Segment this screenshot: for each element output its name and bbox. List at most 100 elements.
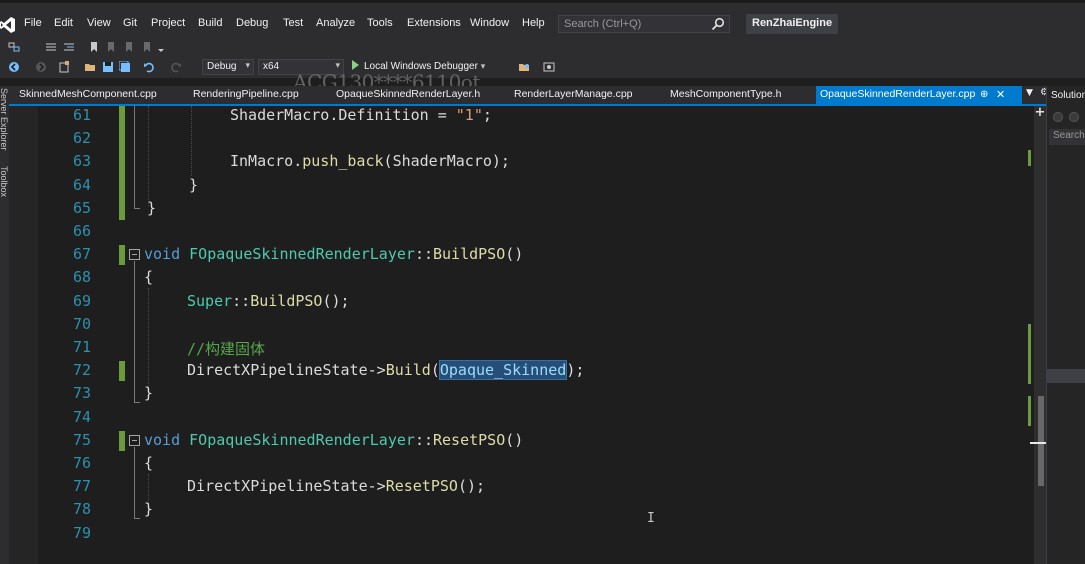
search-icon [711, 17, 725, 31]
line-number: 78 [72, 500, 91, 518]
line-number: 68 [72, 268, 91, 286]
toolbox-tab[interactable]: Toolbox [0, 166, 9, 197]
menu-git[interactable]: Git [123, 17, 137, 29]
solution-name-badge[interactable]: RenZhaiEngine [746, 14, 839, 34]
line-number: 61 [72, 106, 91, 124]
menu-edit[interactable]: Edit [54, 17, 73, 29]
undo-icon[interactable] [143, 61, 155, 73]
solution-explorer-panel: Solution Search [1046, 86, 1085, 564]
code-line-69: Super::BuildPSO(); [187, 292, 350, 310]
menu-test[interactable]: Test [283, 17, 303, 29]
menu-file[interactable]: File [24, 17, 42, 29]
selected-text[interactable]: Opaque_Skinned [438, 360, 568, 380]
menu-build[interactable]: Build [198, 17, 222, 29]
tab-skinned-mesh-component[interactable]: SkinnedMeshComponent.cpp [19, 88, 157, 100]
line-number: 69 [72, 292, 91, 310]
back-icon[interactable] [8, 61, 20, 73]
collapse-icon[interactable] [129, 249, 140, 260]
code-line-71: //构建固体 [187, 338, 265, 359]
line-number: 76 [72, 454, 91, 472]
search-input[interactable]: Search (Ctrl+Q) [558, 15, 730, 33]
scroll-change-marker [1028, 324, 1031, 384]
save-all-icon[interactable] [119, 61, 131, 73]
code-keyword: void [144, 431, 181, 449]
code-line-65: } [147, 199, 157, 217]
outline-end [134, 518, 140, 519]
next-bookmark-icon[interactable] [123, 41, 135, 53]
line-number: 75 [72, 431, 91, 449]
line-number: 72 [72, 361, 91, 379]
solution-selected-row[interactable] [1047, 369, 1085, 383]
new-project-icon[interactable] [58, 61, 70, 73]
code-function: ResetPSO [385, 477, 458, 495]
chevron-down-icon: ▾ [245, 60, 250, 70]
open-folder-icon[interactable] [84, 61, 96, 73]
code-comment: //构建固体 [187, 340, 266, 358]
refresh-icon[interactable] [1069, 112, 1079, 122]
line-number: 77 [72, 477, 91, 495]
menu-tools[interactable]: Tools [367, 17, 393, 29]
browse-icon[interactable] [518, 61, 530, 73]
home-icon[interactable] [1053, 112, 1063, 122]
line-number: 62 [72, 129, 91, 147]
code-editor[interactable]: 61 62 63 64 65 66 67 68 69 70 71 72 73 7… [9, 106, 1046, 564]
visual-studio-logo-icon [0, 17, 15, 33]
tab-opaque-skinned-render-layer-cpp[interactable]: OpaqueSkinnedRenderLayer.cpp ⊕ ✕ [816, 86, 1022, 104]
menu-bar: File Edit View Git Project Build Debug T… [0, 12, 1085, 38]
solution-search-input[interactable]: Search [1049, 129, 1085, 145]
menu-extensions[interactable]: Extensions [407, 17, 461, 29]
code-token: ShaderMacro [230, 106, 330, 124]
pin-icon[interactable]: ⊕ [980, 89, 988, 100]
toolbar-overflow-icon[interactable] [155, 41, 167, 53]
code-line-76: { [144, 454, 154, 472]
line-number: 64 [72, 176, 91, 194]
menu-project[interactable]: Project [151, 17, 185, 29]
class-view-icon[interactable] [8, 41, 20, 53]
tab-mesh-component-type[interactable]: MeshComponentType.h [670, 88, 781, 100]
redo-icon[interactable] [170, 61, 182, 73]
code-token: Definition [338, 106, 429, 124]
tab-render-layer-manage[interactable]: RenderLayerManage.cpp [514, 88, 633, 100]
search-placeholder: Search (Ctrl+Q) [564, 18, 642, 30]
collapse-icon[interactable] [129, 435, 140, 446]
menu-view[interactable]: View [87, 17, 111, 29]
code-line-68: { [144, 268, 154, 286]
screenshot-icon[interactable] [543, 61, 555, 73]
tab-list-dropdown-icon[interactable]: ▼ [1026, 88, 1033, 98]
code-line-64: } [189, 176, 199, 194]
toolbar-row-2: Debug ▾ x64 ▾ Local Windows Debugger ▾ [0, 56, 1085, 78]
code-token: DirectXPipelineState [187, 361, 368, 379]
code-function: push_back [302, 152, 384, 170]
line-number: 71 [72, 338, 91, 356]
vertical-scrollbar[interactable] [1034, 106, 1046, 564]
tab-rendering-pipeline[interactable]: RenderingPipeline.cpp [193, 88, 299, 100]
forward-icon[interactable] [35, 61, 47, 73]
tab-opaque-skinned-render-layer-h[interactable]: OpaqueSkinnedRenderLayer.h [336, 88, 480, 100]
menu-window[interactable]: Window [470, 17, 509, 29]
menu-debug[interactable]: Debug [236, 17, 268, 29]
prev-bookmark-icon[interactable] [105, 41, 117, 53]
line-number: 73 [72, 384, 91, 402]
solution-search-placeholder: Search [1053, 130, 1085, 141]
close-icon[interactable]: ✕ [996, 88, 1005, 101]
split-editor-icon[interactable]: + [1034, 106, 1046, 120]
chevron-down-icon: ▾ [480, 61, 486, 71]
menu-help[interactable]: Help [522, 17, 545, 29]
document-tab-bar: SkinnedMeshComponent.cpp RenderingPipeli… [9, 86, 1049, 104]
bookmark-icon[interactable] [88, 41, 100, 53]
indicator-margin [9, 106, 38, 564]
code-line-61: ShaderMacro.Definition = "1"; [230, 106, 492, 124]
line-number: 65 [72, 199, 91, 217]
indent-icon[interactable] [63, 41, 75, 53]
code-token: InMacro [230, 152, 294, 170]
line-number: 66 [72, 222, 91, 240]
save-icon[interactable] [102, 61, 114, 73]
outline-end [134, 402, 140, 403]
text-cursor-icon: I [647, 511, 655, 526]
menu-analyze[interactable]: Analyze [316, 17, 355, 29]
clear-bookmarks-icon[interactable] [141, 41, 153, 53]
server-explorer-tab[interactable]: Server Explorer [0, 88, 9, 151]
configuration-select[interactable]: Debug ▾ [202, 59, 254, 75]
list-icon[interactable] [45, 41, 57, 53]
scrollbar-thumb[interactable] [1038, 396, 1044, 486]
